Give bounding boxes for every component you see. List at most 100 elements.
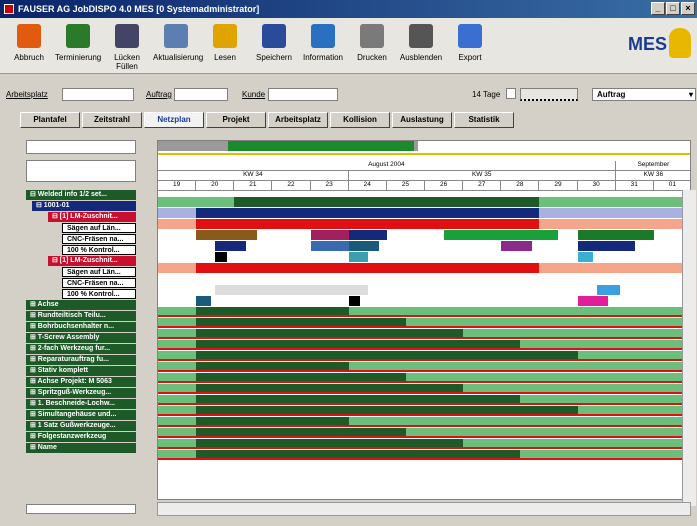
toolbar-label: Lücken Füllen [114, 53, 140, 71]
tree-item[interactable]: ⊞ 1. Beschneide-Lochw... [26, 399, 136, 409]
tree-item[interactable]: CNC-Fräsen na... [62, 234, 136, 244]
gantt-bar[interactable] [234, 197, 540, 207]
tab-netzplan[interactable]: Netzplan [144, 112, 204, 128]
drucken-button[interactable]: Drucken [349, 24, 395, 62]
gantt-bar[interactable] [196, 230, 258, 240]
gantt-deadline-line [158, 326, 690, 328]
tree-item[interactable]: ⊞ Name [26, 443, 136, 453]
tab-plantafel[interactable]: Plantafel [20, 112, 80, 128]
tree-item[interactable]: CNC-Fräsen na... [62, 278, 136, 288]
tree-item[interactable]: ⊞ Achse Projekt: M 5063 [26, 377, 136, 387]
arbeitsplatz-input[interactable] [62, 88, 134, 101]
tree-item[interactable]: ⊟ Welded info 1/2 set... [26, 190, 136, 200]
gantt-row [158, 219, 690, 229]
gantt-bar[interactable] [196, 274, 235, 284]
tree-item[interactable]: 100 % Kontrol... [62, 289, 136, 299]
tab-auslastung[interactable]: Auslastung [392, 112, 452, 128]
kunde-label[interactable]: Kunde [242, 90, 265, 99]
gantt-bar[interactable] [577, 241, 635, 251]
vertical-scrollbar[interactable] [682, 190, 696, 506]
day-label: 24 [348, 181, 387, 191]
minimize-button[interactable]: _ [651, 2, 665, 15]
terminierung-button[interactable]: Terminierung [55, 24, 101, 62]
gantt-bar[interactable] [215, 252, 227, 262]
gantt-bar[interactable] [577, 252, 593, 262]
horizontal-scrollbar[interactable] [157, 502, 691, 516]
tree-item[interactable]: 100 % Kontrol... [62, 245, 136, 255]
app-icon [4, 4, 14, 14]
auftrag-input[interactable] [174, 88, 228, 101]
auftrag-label[interactable]: Auftrag [146, 90, 172, 99]
maximize-button[interactable]: □ [666, 2, 680, 15]
tree-item[interactable]: ⊟ [1] LM-Zuschnit... [48, 256, 136, 266]
range-checkbox[interactable] [506, 88, 516, 99]
gantt-row [158, 406, 690, 416]
ausblenden-button[interactable]: Ausblenden [398, 24, 444, 62]
close-button[interactable]: × [681, 2, 695, 15]
tree-item[interactable]: ⊞ Stativ komplett [26, 366, 136, 376]
gantt-bar[interactable] [348, 252, 368, 262]
tree-item[interactable]: Sägen auf Län... [62, 267, 136, 277]
tree-item[interactable]: ⊞ Folgestanzwerkzeug [26, 432, 136, 442]
gantt-bar[interactable] [196, 219, 540, 229]
speichern-button[interactable]: Speichern [251, 24, 297, 62]
gantt-chart: August 2004 September KW 34 KW 35 KW 36 19 20 2… [157, 140, 691, 500]
gantt-row [158, 373, 690, 383]
tree-item[interactable]: Sägen auf Län... [62, 223, 136, 233]
search-box-top[interactable] [26, 140, 136, 154]
gantt-bar[interactable] [577, 296, 609, 306]
tab-kollision[interactable]: Kollision [330, 112, 390, 128]
tree-item[interactable]: ⊞ T-Screw Assembly [26, 333, 136, 343]
tree-item[interactable]: ⊞ 2-fach Werkzeug fur... [26, 344, 136, 354]
tree-item[interactable]: ⊞ Rundteiltisch Teilu... [26, 311, 136, 321]
tab-zeitstrahl[interactable]: Zeitstrahl [82, 112, 142, 128]
arbeitsplatz-label[interactable]: Arbeitsplatz [6, 90, 48, 99]
gantt-bar[interactable] [501, 241, 532, 251]
gantt-bar[interactable] [577, 230, 654, 240]
lücken-füllen-button[interactable]: Lücken Füllen [104, 24, 150, 71]
tree-item[interactable]: ⊞ Bohrbuchsenhalter n... [26, 322, 136, 332]
tree-item[interactable]: ⊞ Reparaturauftrag fu... [26, 355, 136, 365]
gantt-bar[interactable] [196, 208, 540, 218]
lesen-button[interactable]: Lesen [202, 24, 248, 62]
kunde-input[interactable] [268, 88, 338, 101]
tree-item[interactable]: ⊟ 1001-01 [32, 201, 136, 211]
toolbar-label: Abbruch [14, 53, 44, 62]
week-label: KW 34 [158, 171, 349, 181]
gantt-bar[interactable] [196, 252, 212, 262]
gantt-bar[interactable] [215, 241, 246, 251]
gantt-bar[interactable] [596, 285, 620, 295]
tree-item[interactable]: ⊞ Achse [26, 300, 136, 310]
gantt-row [158, 263, 690, 273]
range-slider[interactable] [520, 88, 578, 101]
mode-select[interactable]: Auftrag ▾ [592, 88, 696, 101]
aktualisierung-button[interactable]: Aktualisierung [153, 24, 203, 62]
tab-projekt[interactable]: Projekt [206, 112, 266, 128]
gantt-row [158, 450, 690, 460]
tree-item[interactable]: ⊞ Spritzguß-Werkzeug... [26, 388, 136, 398]
gantt-row [158, 230, 690, 240]
gantt-bar[interactable] [348, 296, 361, 306]
gantt-bar[interactable] [348, 230, 387, 240]
tree-item[interactable]: ⊞ Simultangehäuse und... [26, 410, 136, 420]
day-label: 20 [196, 181, 235, 191]
netzplan-pane: ⊟ Welded info 1/2 set... ⊟ 1001-01 ⊟ [1] L… [20, 134, 696, 518]
search-box-bottom[interactable] [26, 160, 136, 182]
month-label: September [615, 161, 690, 171]
tree-item[interactable]: ⊟ [1] LM-Zuschnit... [48, 212, 136, 222]
view-tabs: Plantafel Zeitstrahl Netzplan Projekt Arbeit… [20, 112, 514, 128]
gantt-bar[interactable] [196, 296, 212, 306]
abbruch-button[interactable]: Abbruch [6, 24, 52, 62]
gantt-bar[interactable] [196, 263, 540, 273]
information-button[interactable]: Information [300, 24, 346, 62]
tree-item[interactable]: ⊞ 1 Satz Gußwerkzeuge... [26, 421, 136, 431]
gantt-deadline-line [158, 381, 690, 383]
gantt-row [158, 384, 690, 394]
gantt-bar[interactable] [348, 241, 380, 251]
gantt-bar[interactable] [444, 230, 559, 240]
tab-statistik[interactable]: Statistik [454, 112, 514, 128]
export-button[interactable]: Export [447, 24, 493, 62]
tree-scroll-box[interactable] [26, 504, 136, 514]
tab-arbeitsplatz[interactable]: Arbeitsplatz [268, 112, 328, 128]
gantt-bar[interactable] [215, 285, 368, 295]
